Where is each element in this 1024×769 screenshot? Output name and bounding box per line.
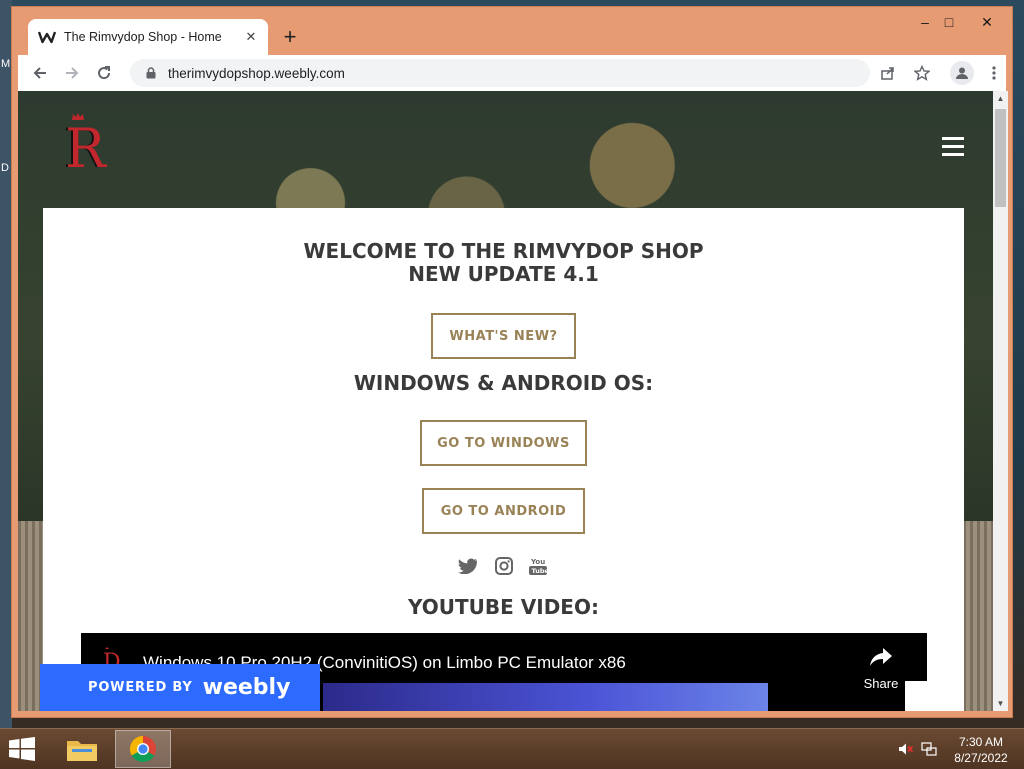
youtube-section-title: YOUTUBE VIDEO: (408, 595, 599, 619)
address-bar[interactable]: therimvydopshop.weebly.com (130, 59, 870, 87)
headline-line-1: WELCOME TO THE RIMVYDOP SHOP (303, 239, 704, 263)
start-windows-icon[interactable] (8, 737, 38, 763)
taskbar: 7:30 AM 8/27/2022 (0, 728, 1024, 769)
tab-title: The Rimvydop Shop - Home (64, 30, 222, 44)
go-to-android-button[interactable]: GO TO ANDROID (422, 488, 585, 534)
volume-muted-icon[interactable] (898, 741, 914, 757)
video-overlay-pane (905, 681, 927, 711)
page-viewport: R WELCOME TO THE RIMVYDOP SHOP NEW UPDAT… (18, 91, 993, 711)
reload-icon[interactable] (92, 61, 116, 85)
instagram-icon[interactable] (493, 556, 515, 576)
url-text: therimvydopshop.weebly.com (168, 65, 345, 81)
clock-date: 8/27/2022 (954, 751, 1008, 765)
go-to-windows-button[interactable]: GO TO WINDOWS (420, 420, 587, 466)
logo-letter: R (65, 117, 106, 180)
whats-new-button[interactable]: WHAT'S NEW? (431, 313, 576, 359)
close-window-button[interactable]: ✕ (972, 11, 1002, 33)
page-scrollbar[interactable]: ▲ ▼ (993, 91, 1008, 711)
browser-tab[interactable]: The Rimvydop Shop - Home ✕ (28, 19, 268, 55)
taskbar-clock[interactable]: 7:30 AM 8/27/2022 (946, 734, 1016, 766)
network-icon[interactable] (921, 741, 937, 757)
new-tab-button[interactable]: + (278, 24, 302, 49)
browser-toolbar: therimvydopshop.weebly.com (18, 55, 1006, 91)
powered-by-weebly-banner[interactable]: POWERED BY weebly (40, 664, 320, 711)
os-section-title: WINDOWS & ANDROID OS: (353, 371, 654, 395)
file-explorer-taskbar-icon[interactable] (54, 730, 110, 768)
youtube-icon[interactable]: You Tube (527, 556, 549, 576)
video-thumbnail[interactable] (323, 683, 768, 711)
scroll-up-arrow-icon[interactable]: ▲ (993, 91, 1008, 106)
profile-avatar-icon[interactable] (950, 61, 974, 85)
desktop-icon-label: D (1, 162, 9, 174)
back-icon[interactable] (28, 61, 52, 85)
share-arrow-icon (870, 648, 892, 666)
menu-kebab-icon[interactable] (982, 61, 1006, 85)
video-share-button[interactable]: Share (861, 647, 901, 691)
weebly-logo: weebly (202, 675, 291, 700)
share-page-icon[interactable] (876, 61, 900, 85)
background-deck (963, 521, 993, 711)
crown-icon (72, 113, 84, 120)
forward-icon[interactable] (60, 61, 84, 85)
hamburger-menu-icon[interactable] (942, 137, 964, 157)
content-card: WELCOME TO THE RIMVYDOP SHOP NEW UPDATE … (43, 208, 964, 711)
tab-strip: The Rimvydop Shop - Home ✕ + – □ ✕ (12, 7, 1012, 55)
svg-text:Tube: Tube (532, 567, 549, 575)
page-title: WELCOME TO THE RIMVYDOP SHOP NEW UPDATE … (43, 240, 964, 286)
twitter-icon[interactable] (457, 556, 479, 576)
site-logo[interactable]: R (65, 113, 109, 180)
share-label: Share (863, 676, 899, 691)
svg-text:You: You (530, 558, 545, 566)
headline-line-2: NEW UPDATE 4.1 (408, 262, 599, 286)
clock-time: 7:30 AM (958, 735, 1004, 749)
browser-window: The Rimvydop Shop - Home ✕ + – □ ✕ theri… (11, 6, 1013, 718)
chrome-taskbar-icon[interactable] (115, 730, 171, 768)
desktop-icon-label: M (1, 58, 11, 70)
maximize-button[interactable]: □ (934, 11, 964, 33)
bookmark-star-icon[interactable] (910, 61, 934, 85)
lock-icon[interactable] (144, 66, 158, 80)
close-tab-icon[interactable]: ✕ (242, 28, 260, 46)
scrollbar-thumb[interactable] (995, 109, 1006, 207)
scroll-down-arrow-icon[interactable]: ▼ (993, 696, 1008, 711)
weebly-icon (38, 28, 56, 46)
powered-by-label: POWERED BY (88, 680, 193, 695)
